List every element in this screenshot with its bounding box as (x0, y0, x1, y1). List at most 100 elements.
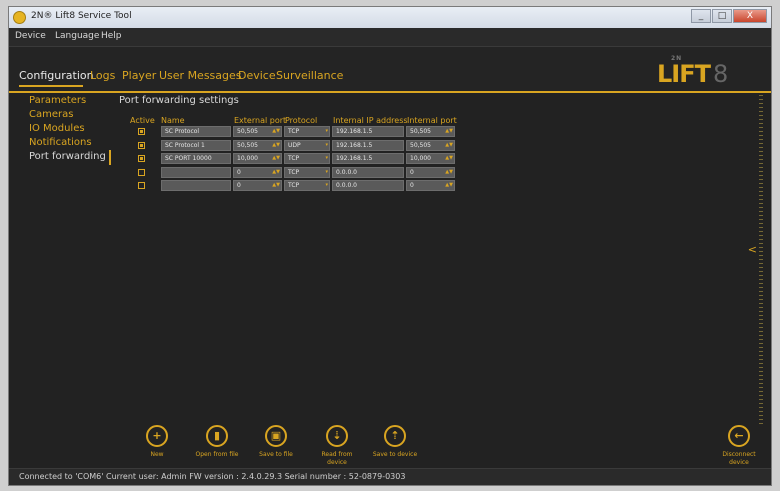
dropdown-arrow-icon[interactable]: ▾ (325, 168, 328, 177)
active-checkbox[interactable] (138, 168, 145, 176)
active-checkbox[interactable] (138, 141, 145, 149)
stepper-arrows-icon[interactable]: ▲▼ (272, 127, 280, 136)
menu-help[interactable]: Help (101, 31, 122, 41)
tab-configuration[interactable]: Configuration (19, 69, 94, 82)
stepper-arrows-icon[interactable]: ▲▼ (445, 127, 453, 136)
tab-device[interactable]: Device (238, 69, 276, 82)
sidebar-item-port-forwarding[interactable]: Port forwarding (29, 151, 106, 162)
name-cell[interactable]: SC PORT 10000 (161, 153, 231, 164)
sidebar-item-cameras[interactable]: Cameras (29, 109, 73, 120)
stepper-arrows-icon[interactable]: ▲▼ (272, 181, 280, 190)
internal-ip-field[interactable]: 192.168.1.5 (332, 153, 404, 164)
name-cell[interactable] (161, 180, 231, 191)
internal-ip-field[interactable]: 192.168.1.5 (332, 126, 404, 137)
stepper-arrows-icon[interactable]: ▲▼ (445, 141, 453, 150)
protocol-select[interactable]: TCP ▾ (284, 126, 330, 137)
status-bar: Connected to 'COM6' Current user: Admin … (9, 468, 771, 485)
stepper-arrows-icon[interactable]: ▲▼ (272, 141, 280, 150)
read-from-device-button[interactable]: ⇣ Read from device (312, 425, 362, 467)
menu-bar: Device Language Help (9, 28, 771, 47)
sidebar-item-notifications[interactable]: Notifications (29, 137, 92, 148)
open-from-file-button[interactable]: ▮ Open from file (192, 425, 242, 459)
external-port-stepper[interactable]: 10,000 ▲▼ (233, 153, 282, 164)
internal-ip-field[interactable]: 0.0.0.0 (332, 166, 404, 178)
save-to-device-button[interactable]: ⇡ Save to device (370, 425, 420, 459)
protocol-select[interactable]: TCP ▾ (284, 166, 330, 178)
protocol-select-value: TCP (288, 128, 300, 135)
sidebar-item-parameters[interactable]: Parameters (29, 95, 86, 106)
external-port-stepper-value: 50,505 (237, 141, 258, 149)
protocol-select-value: TCP (288, 182, 300, 189)
external-port-stepper[interactable]: 0 ▲▼ (233, 166, 282, 178)
stepper-arrows-icon[interactable]: ▲▼ (272, 168, 280, 177)
stepper-arrows-icon[interactable]: ▲▼ (445, 168, 453, 177)
action-label: New (150, 451, 164, 458)
name-cell-value: SC Protocol (165, 128, 200, 135)
new-button[interactable]: + New (132, 425, 182, 459)
active-checkbox[interactable] (138, 182, 145, 189)
active-checkbox[interactable] (138, 128, 145, 135)
maximize-button[interactable]: □ (712, 9, 732, 23)
internal-port-stepper[interactable]: 50,505 ▲▼ (406, 139, 455, 151)
action-label: Save to device (372, 451, 418, 458)
dropdown-arrow-icon[interactable]: ▾ (325, 141, 328, 150)
menu-language[interactable]: Language (55, 31, 99, 41)
chevron-left-icon[interactable]: < (748, 243, 757, 256)
upload-icon: ⇡ (384, 425, 406, 447)
external-port-stepper[interactable]: 0 ▲▼ (233, 180, 282, 191)
internal-ip-field-value: 192.168.1.5 (336, 141, 373, 149)
active-checkbox[interactable] (138, 155, 145, 162)
external-port-stepper[interactable]: 50,505 ▲▼ (233, 126, 282, 137)
action-label: Read from device (321, 451, 353, 466)
plus-icon: + (146, 425, 168, 447)
sidebar-active-marker (109, 150, 111, 165)
stepper-arrows-icon[interactable]: ▲▼ (445, 154, 453, 163)
internal-port-stepper-value: 0 (410, 182, 414, 189)
protocol-select[interactable]: TCP ▾ (284, 153, 330, 164)
menu-device[interactable]: Device (15, 31, 46, 41)
app-window: 2N® Lift8 Service Tool _ □ X Device Lang… (8, 6, 772, 486)
internal-port-stepper[interactable]: 10,000 ▲▼ (406, 153, 455, 164)
name-cell[interactable] (161, 166, 231, 178)
protocol-select-value: TCP (288, 155, 300, 162)
sidebar-item-io-modules[interactable]: IO Modules (29, 123, 85, 134)
close-button[interactable]: X (733, 9, 767, 23)
file-icon: ▮ (206, 425, 228, 447)
stepper-arrows-icon[interactable]: ▲▼ (272, 154, 280, 163)
external-port-stepper[interactable]: 50,505 ▲▼ (233, 139, 282, 151)
status-text: Connected to 'COM6' Current user: Admin … (19, 472, 406, 481)
save-to-file-button[interactable]: ▣ Save to file (251, 425, 301, 459)
protocol-select[interactable]: TCP ▾ (284, 180, 330, 191)
internal-port-stepper[interactable]: 50,505 ▲▼ (406, 126, 455, 137)
internal-ip-field-value: 192.168.1.5 (336, 128, 373, 135)
internal-ip-field[interactable]: 192.168.1.5 (332, 139, 404, 151)
internal-ip-field[interactable]: 0.0.0.0 (332, 180, 404, 191)
col-header-active: Active (130, 116, 155, 125)
dropdown-arrow-icon[interactable]: ▾ (325, 127, 328, 136)
internal-port-stepper[interactable]: 0 ▲▼ (406, 166, 455, 178)
vertical-scrollbar[interactable] (759, 95, 763, 425)
nav-bar: Configuration Logs Player User Messages … (9, 47, 771, 93)
dropdown-arrow-icon[interactable]: ▾ (325, 154, 328, 163)
section-title: Port forwarding settings (119, 95, 239, 106)
protocol-select[interactable]: UDP ▾ (284, 139, 330, 151)
active-tab-underline (19, 85, 83, 87)
tab-surveillance[interactable]: Surveillance (276, 69, 343, 82)
col-header-external-port: External port (234, 116, 287, 125)
stepper-arrows-icon[interactable]: ▲▼ (445, 181, 453, 190)
tab-logs[interactable]: Logs (90, 69, 115, 82)
external-port-stepper-value: 10,000 (237, 155, 258, 162)
disconnect-device-button[interactable]: ← Disconnect device (714, 425, 764, 467)
col-header-internal-port: Internal port (407, 116, 457, 125)
internal-port-stepper-value: 0 (410, 168, 414, 176)
lift8-logo: 2N LIFT 8 (657, 55, 729, 88)
name-cell[interactable]: SC Protocol 1 (161, 139, 231, 151)
disk-icon: ▣ (265, 425, 287, 447)
tab-user-messages[interactable]: User Messages (159, 69, 242, 82)
dropdown-arrow-icon[interactable]: ▾ (325, 181, 328, 190)
tab-player[interactable]: Player (122, 69, 156, 82)
action-label: Open from file (195, 451, 239, 458)
internal-port-stepper[interactable]: 0 ▲▼ (406, 180, 455, 191)
minimize-button[interactable]: _ (691, 9, 711, 23)
name-cell[interactable]: SC Protocol (161, 126, 231, 137)
